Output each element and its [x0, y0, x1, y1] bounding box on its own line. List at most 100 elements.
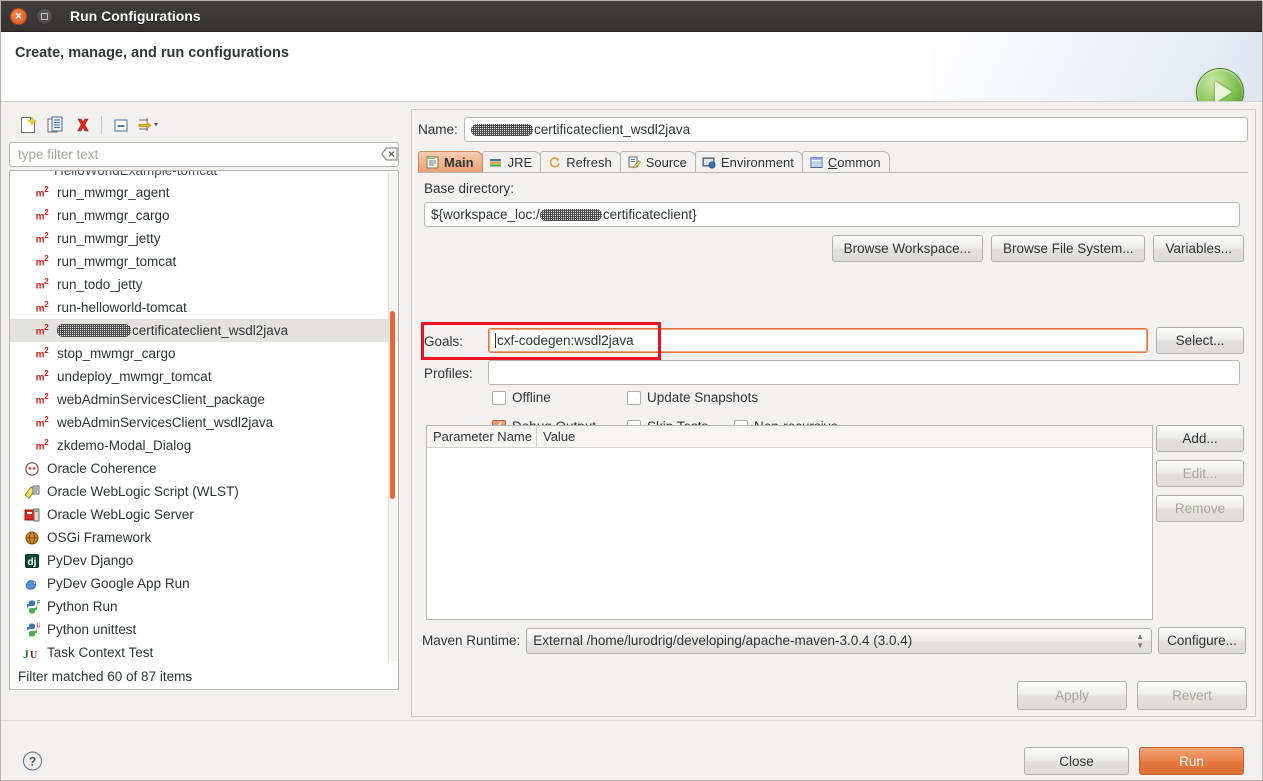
list-item[interactable]: m2 run_mwmgr_cargo — [10, 204, 398, 227]
configurations-tree[interactable]: HelloWorldExample-tomcat m2 run_mwmgr_ag… — [9, 170, 399, 690]
tree-row-clipped[interactable]: HelloWorldExample-tomcat — [10, 171, 398, 181]
collapse-all-icon[interactable] — [107, 112, 134, 138]
list-item-selected[interactable]: m2 certificateclient_wsdl2java — [10, 319, 398, 342]
browse-filesystem-button[interactable]: Browse File System... — [991, 235, 1146, 262]
tab-jre[interactable]: JRE — [482, 151, 542, 172]
checkbox-box[interactable] — [492, 391, 506, 405]
list-item[interactable]: m2 run_todo_jetty — [10, 273, 398, 296]
list-item[interactable]: Oracle WebLogic Script (WLST) — [10, 480, 398, 503]
jre-tab-icon — [489, 155, 504, 169]
list-item[interactable]: m2 webAdminServicesClient_package — [10, 388, 398, 411]
remove-parameter-button: Remove — [1156, 495, 1244, 522]
clear-icon[interactable] — [381, 146, 398, 162]
tree-scroll-area: HelloWorldExample-tomcat m2 run_mwmgr_ag… — [10, 171, 398, 663]
checkbox-label: Offline — [512, 390, 551, 405]
redaction-block — [471, 124, 533, 136]
list-item[interactable]: P Python Run — [10, 595, 398, 618]
window-title: Run Configurations — [70, 8, 201, 24]
filter-icon[interactable] — [134, 112, 161, 138]
tab-refresh[interactable]: Refresh — [540, 151, 621, 172]
base-directory-prefix: ${workspace_loc:/ — [431, 207, 540, 222]
duplicate-configuration-icon[interactable] — [42, 112, 69, 138]
browse-workspace-button[interactable]: Browse Workspace... — [832, 235, 983, 262]
maven-runtime-select[interactable]: External /home/lurodrig/developing/apach… — [526, 628, 1152, 654]
tab-source[interactable]: Source — [620, 151, 696, 172]
source-tab-icon — [627, 155, 642, 169]
checkbox-offline[interactable]: Offline — [492, 390, 627, 405]
checkbox-label: Update Snapshots — [647, 390, 758, 405]
m2-icon: m2 — [32, 415, 52, 431]
goals-input[interactable]: cxf-codegen:wsdl2java — [488, 328, 1148, 353]
list-item[interactable]: m2 run_mwmgr_agent — [10, 181, 398, 204]
column-header-parameter-name[interactable]: Parameter Name — [427, 426, 537, 447]
name-input-value: certificateclient_wsdl2java — [534, 122, 690, 137]
list-item-label: PyDev Google App Run — [47, 576, 190, 591]
delete-configuration-icon[interactable] — [69, 112, 96, 138]
run-configurations-window: ✕ Run Configurations Create, manage, and… — [0, 0, 1263, 781]
parameters-table[interactable]: Parameter Name Value — [426, 425, 1153, 620]
list-item-label: Oracle WebLogic Server — [47, 507, 194, 522]
list-item[interactable]: Oracle WebLogic Server — [10, 503, 398, 526]
header: Create, manage, and run configurations — [1, 32, 1262, 102]
filter-field-wrapper — [9, 142, 405, 167]
configure-button[interactable]: Configure... — [1158, 627, 1246, 654]
goals-label: Goals: — [424, 334, 463, 349]
variables-button[interactable]: Variables... — [1153, 235, 1244, 262]
base-directory-suffix: certificateclient} — [603, 207, 697, 222]
list-item[interactable]: m2 run-helloworld-tomcat — [10, 296, 398, 319]
run-button[interactable]: Run — [1139, 747, 1244, 775]
list-item-label: webAdminServicesClient_wsdl2java — [57, 415, 273, 430]
m2-icon: m2 — [32, 392, 52, 408]
tab-environment[interactable]: Environment — [695, 151, 803, 172]
list-item[interactable]: PyDev Google App Run — [10, 572, 398, 595]
search-input[interactable] — [9, 142, 399, 167]
configuration-detail-panel: Name: certificateclient_wsdl2java Main — [411, 109, 1256, 717]
list-item[interactable]: dj PyDev Django — [10, 549, 398, 572]
list-item[interactable]: U Python unittest — [10, 618, 398, 641]
dialog-footer: ? Close Run — [1, 720, 1262, 780]
tab-source-label: Source — [646, 155, 687, 170]
list-item[interactable]: m2 webAdminServicesClient_wsdl2java — [10, 411, 398, 434]
m2-icon: m2 — [32, 323, 52, 339]
main-tab-icon — [425, 155, 440, 169]
name-input[interactable]: certificateclient_wsdl2java — [464, 117, 1248, 142]
list-item-label: HelloWorldExample-tomcat — [10, 171, 398, 181]
checkbox-row-1: Offline Update Snapshots — [492, 390, 758, 405]
m2-icon: m2 — [32, 346, 52, 362]
m2-icon: m2 — [32, 300, 52, 316]
list-item[interactable]: m2 run_mwmgr_tomcat — [10, 250, 398, 273]
profiles-input[interactable] — [488, 360, 1240, 385]
checkbox-box[interactable] — [627, 391, 641, 405]
goals-select-button[interactable]: Select... — [1156, 327, 1244, 354]
checkbox-update-snapshots[interactable]: Update Snapshots — [627, 390, 758, 405]
close-button[interactable]: Close — [1024, 747, 1129, 775]
svg-text:dj: dj — [28, 557, 37, 568]
window-maximize-icon[interactable] — [36, 8, 53, 25]
list-item[interactable]: OSGi Framework — [10, 526, 398, 549]
list-item[interactable]: m2 zkdemo-Modal_Dialog — [10, 434, 398, 457]
column-header-value[interactable]: Value — [537, 426, 575, 447]
browse-buttons-row: Browse Workspace... Browse File System..… — [832, 235, 1244, 262]
toolbar-separator — [101, 116, 102, 134]
tab-refresh-label: Refresh — [566, 155, 612, 170]
list-item[interactable]: Oracle Coherence — [10, 457, 398, 480]
tree-scrollbar-thumb[interactable] — [390, 311, 395, 499]
tree-toolbar — [9, 109, 405, 140]
list-item-label: certificateclient_wsdl2java — [132, 323, 288, 338]
list-item[interactable]: m2 undeploy_mwmgr_tomcat — [10, 365, 398, 388]
list-item[interactable]: J U Task Context Test — [10, 641, 398, 663]
tab-common[interactable]: Common — [802, 151, 890, 172]
new-configuration-icon[interactable] — [15, 112, 42, 138]
table-body[interactable] — [427, 448, 1152, 619]
list-item-label: run_todo_jetty — [57, 277, 143, 292]
add-parameter-button[interactable]: Add... — [1156, 425, 1244, 452]
svg-text:P: P — [37, 600, 40, 606]
window-close-icon[interactable]: ✕ — [10, 8, 27, 25]
help-icon[interactable]: ? — [23, 752, 42, 771]
base-directory-input[interactable]: ${workspace_loc:/ certificateclient} — [424, 202, 1240, 227]
refresh-tab-icon — [547, 155, 562, 169]
tab-main[interactable]: Main — [418, 151, 483, 172]
list-item[interactable]: m2 stop_mwmgr_cargo — [10, 342, 398, 365]
table-buttons-column: Add... Edit... Remove — [1156, 425, 1244, 522]
list-item[interactable]: m2 run_mwmgr_jetty — [10, 227, 398, 250]
